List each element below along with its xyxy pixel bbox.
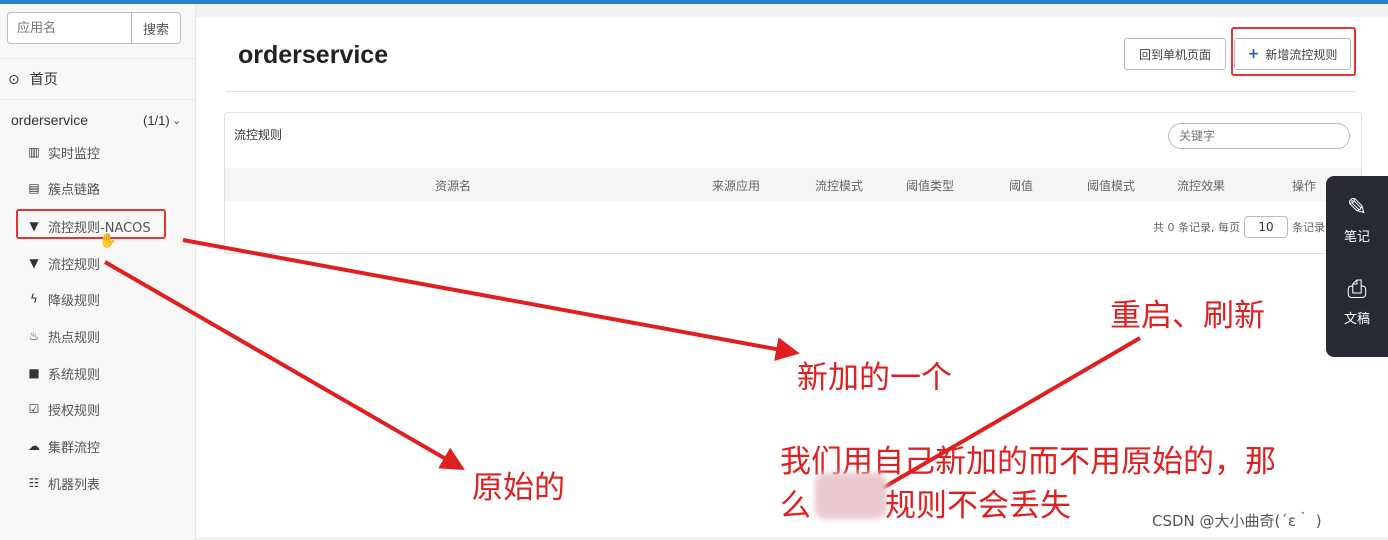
home-clock-icon: ⊙: [8, 70, 20, 87]
back-to-single-page-button[interactable]: 回到单机页面: [1124, 38, 1226, 70]
sidebar-item-label: 实时监控: [48, 146, 101, 162]
check-square-icon: ☑: [28, 402, 40, 416]
sidebar-item-degrade-rules[interactable]: ϟ 降级规则: [0, 284, 195, 314]
app-search-box: 搜索: [7, 12, 181, 44]
document-button[interactable]: ⎙ 文稿: [1326, 276, 1388, 327]
column-header-flow-mode: 流控模式: [815, 179, 864, 193]
document-label: 文稿: [1343, 312, 1370, 327]
page-title: orderservice: [238, 41, 389, 69]
blurred-redaction: [815, 473, 887, 519]
fire-icon: ♨: [28, 329, 40, 343]
watermark: CSDN @大小曲奇(´ε｀ ): [1152, 512, 1322, 530]
annotation-new-added: 新加的一个: [797, 360, 952, 396]
pagination: 共 0 条记录, 每页 10 条记录: [1153, 216, 1325, 238]
grid-list-icon: ☷: [28, 476, 40, 490]
pager-total-text: 共 0 条记录, 每页: [1153, 221, 1240, 234]
pager-unit-text: 条记录: [1292, 221, 1325, 234]
top-accent-bar: [0, 0, 1388, 4]
column-header-flow-effect: 流控效果: [1177, 179, 1226, 193]
filter-icon: ▼: [29, 256, 39, 270]
column-header-threshold-type: 阈值类型: [906, 179, 955, 193]
sidebar-item-flow-rules-nacos[interactable]: ▼ 流控规则-NACOS: [0, 209, 195, 241]
list-icon: ▤: [28, 181, 40, 195]
cloud-icon: ☁: [28, 439, 40, 453]
sidebar-item-label: 流控规则: [48, 257, 101, 273]
mouse-hand-cursor-icon: ✋: [99, 232, 117, 248]
flash-icon: ϟ: [30, 292, 38, 306]
title-divider: [226, 91, 1356, 92]
annotation-note-line2-suffix: 规则不会丢失: [885, 488, 1071, 524]
app-group-orderservice[interactable]: orderservice (1/1) ⌄: [0, 104, 195, 136]
sidebar-item-home[interactable]: ⊙ 首页: [0, 58, 195, 100]
add-button-highlight-box: [1231, 27, 1356, 76]
column-header-source-app: 来源应用: [712, 179, 761, 193]
sidebar-item-cluster-flow[interactable]: ☁ 集群流控: [0, 431, 195, 461]
sidebar-item-label: 降级规则: [48, 293, 101, 309]
column-header-actions: 操作: [1292, 179, 1317, 193]
app-instance-count: (1/1): [143, 112, 170, 128]
page-size-input[interactable]: 10: [1244, 216, 1288, 238]
sidebar-item-label: 簇点链路: [48, 182, 101, 198]
column-header-threshold: 阈值: [1009, 179, 1034, 193]
keyword-search-input[interactable]: [1168, 123, 1350, 149]
sidebar-item-machine-list[interactable]: ☷ 机器列表: [0, 468, 195, 498]
app-name: orderservice: [11, 112, 89, 128]
floating-toolbar: ✎ 笔记 ⎙ 文稿: [1326, 176, 1388, 357]
bar-chart-icon: ▥: [28, 145, 40, 159]
filter-icon: ▼: [29, 219, 39, 233]
sidebar-item-hotspot-rules[interactable]: ♨ 热点规则: [0, 321, 195, 351]
card-title: 流控规则: [234, 128, 283, 142]
notes-label: 笔记: [1343, 230, 1370, 245]
home-label: 首页: [29, 72, 58, 88]
note-icon: ✎: [1346, 194, 1368, 221]
sidebar-item-label: 系统规则: [48, 367, 101, 383]
table-header: 资源名 来源应用 流控模式 阈值类型 阈值 阈值模式 流控效果 操作: [225, 168, 1361, 201]
annotation-note-line2-prefix: 么: [780, 488, 811, 524]
sidebar-item-label: 热点规则: [48, 330, 101, 346]
annotation-restart-refresh: 重启、刷新: [1110, 298, 1265, 334]
flow-rules-card: 流控规则 资源名 来源应用 流控模式 阈值类型 阈值 阈值模式 流控效果 操作 …: [224, 112, 1362, 254]
doc-ai-icon: ⎙: [1347, 276, 1367, 303]
sidebar-item-cluster-link[interactable]: ▤ 簇点链路: [0, 173, 195, 203]
sidebar-item-label: 机器列表: [48, 477, 101, 493]
sidebar-item-flow-rules[interactable]: ▼ 流控规则: [0, 248, 195, 278]
sidebar-item-auth-rules[interactable]: ☑ 授权规则: [0, 394, 195, 424]
column-header-resource: 资源名: [435, 179, 472, 193]
sidebar-item-system-rules[interactable]: ■ 系统规则: [0, 358, 195, 388]
lock-icon: ■: [28, 366, 40, 380]
sidebar-item-label: 集群流控: [48, 440, 101, 456]
notes-button[interactable]: ✎ 笔记: [1326, 194, 1388, 245]
annotation-original: 原始的: [472, 470, 565, 506]
search-button[interactable]: 搜索: [131, 13, 180, 43]
app-search-input[interactable]: [8, 13, 131, 43]
chevron-down-icon: ⌄: [172, 114, 182, 127]
sidebar-item-realtime-monitor[interactable]: ▥ 实时监控: [0, 137, 195, 167]
sidebar-item-label: 授权规则: [48, 403, 101, 419]
column-header-threshold-mode: 阈值模式: [1087, 179, 1136, 193]
